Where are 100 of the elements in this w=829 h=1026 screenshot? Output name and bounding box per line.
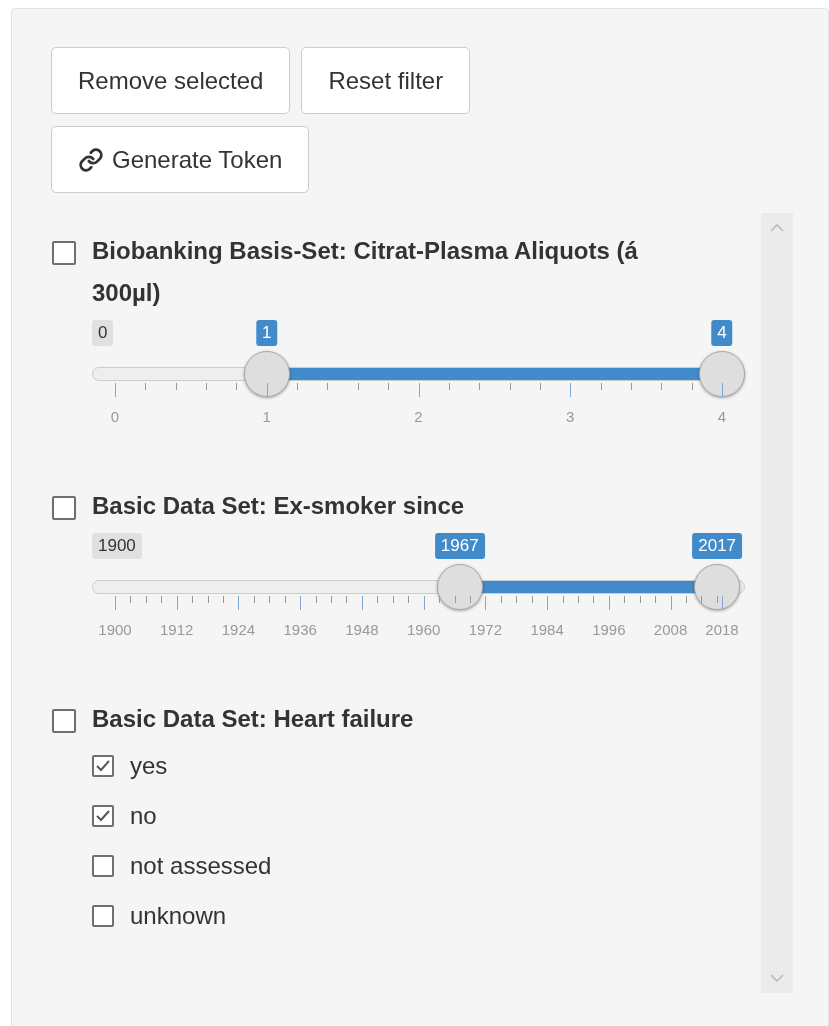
- tick-mark: [547, 596, 549, 610]
- tick-mark: [448, 383, 450, 390]
- tick-mark: [236, 383, 238, 390]
- tick-label: 1984: [530, 620, 564, 640]
- tick-mark: [115, 596, 116, 610]
- tick-mark: [269, 596, 271, 603]
- tick-mark: [331, 596, 333, 603]
- tick-label: 2008: [653, 620, 688, 640]
- tick-mark: [716, 596, 718, 603]
- tick-mark: [253, 596, 255, 603]
- tick-label: 4: [717, 407, 727, 427]
- tick-mark: [562, 596, 564, 603]
- filter-title: Basic Data Set: Heart failure: [92, 704, 415, 734]
- checkbox[interactable]: [52, 241, 76, 265]
- tick-mark: [327, 383, 329, 390]
- filter-title: Basic Data Set: Ex-smoker since: [92, 491, 466, 521]
- tick-mark: [423, 596, 425, 610]
- checkbox[interactable]: [92, 855, 114, 877]
- tick-mark: [577, 596, 579, 603]
- tick-mark: [722, 383, 723, 397]
- tick-label: 1912: [160, 620, 194, 640]
- tick-mark: [297, 383, 299, 390]
- tick-mark: [176, 596, 178, 610]
- tick-mark: [223, 596, 224, 603]
- tick-mark: [130, 596, 132, 603]
- tick-mark: [300, 596, 302, 610]
- tick-mark: [284, 596, 286, 603]
- handle-value-label: 4: [711, 320, 733, 346]
- tick-mark: [639, 596, 641, 603]
- tick-mark: [206, 383, 208, 390]
- checkbox[interactable]: [52, 709, 76, 733]
- tick-label: 2018: [705, 620, 739, 640]
- checkbox[interactable]: [92, 905, 114, 927]
- tick-mark: [175, 383, 177, 390]
- tick-mark: [686, 596, 687, 603]
- tick-label: 1: [262, 407, 271, 427]
- action-button[interactable]: Reset filter: [301, 47, 471, 114]
- checkbox[interactable]: [92, 755, 114, 777]
- tick-mark: [377, 596, 379, 603]
- tick-label: 1948: [345, 620, 379, 640]
- tick-mark: [115, 383, 116, 397]
- tick-label: 1972: [468, 620, 503, 640]
- tick-label: 1996: [592, 620, 626, 640]
- tick-mark: [408, 596, 410, 603]
- checkmark-icon: [96, 810, 110, 822]
- tick-label: 1936: [283, 620, 317, 640]
- tick-mark: [608, 596, 610, 610]
- tick-mark: [418, 383, 420, 397]
- tick-mark: [593, 596, 595, 603]
- tick-label: 1900: [98, 620, 132, 640]
- checkbox[interactable]: [92, 805, 114, 827]
- slider-handle[interactable]: [699, 351, 745, 397]
- tick-mark: [670, 596, 672, 610]
- tick-mark: [469, 596, 471, 603]
- action-button[interactable]: Remove selected: [51, 47, 291, 114]
- tick-mark: [624, 596, 626, 603]
- tick-mark: [539, 383, 541, 390]
- tick-mark: [701, 596, 703, 603]
- tick-mark: [454, 596, 456, 603]
- tick-mark: [315, 596, 317, 603]
- tick-label: 1960: [406, 620, 441, 640]
- slider-handle[interactable]: [436, 564, 483, 610]
- option-label: yes: [130, 751, 168, 781]
- filter-title: Biobanking Basis-Set: Citrat-Plasma Aliquots (á 300µl): [92, 236, 639, 308]
- tick-mark: [722, 596, 723, 610]
- checkmark-icon: [96, 760, 110, 772]
- slider-handle[interactable]: [243, 351, 290, 397]
- link-icon: [78, 146, 104, 173]
- tick-mark: [600, 383, 602, 390]
- tick-mark: [145, 596, 147, 603]
- tick-mark: [192, 596, 194, 603]
- tick-mark: [357, 383, 359, 390]
- tick-mark: [266, 383, 268, 397]
- tick-mark: [509, 383, 511, 390]
- handle-value-label: 1: [256, 320, 278, 346]
- option-label: no: [130, 801, 157, 831]
- tick-mark: [570, 383, 572, 397]
- range-slider[interactable]: [92, 564, 745, 610]
- tick-mark: [439, 596, 441, 603]
- slider-min-label: 0: [92, 320, 114, 346]
- tick-mark: [145, 383, 147, 390]
- tick-mark: [516, 596, 518, 603]
- tick-mark: [691, 383, 693, 390]
- tick-mark: [531, 596, 533, 603]
- tick-mark: [500, 596, 502, 603]
- handle-value-label: 2017: [692, 533, 743, 559]
- action-button[interactable]: Generate Token: [51, 126, 310, 193]
- tick-mark: [346, 596, 348, 603]
- tick-label: 3: [566, 407, 575, 427]
- tick-mark: [661, 383, 663, 390]
- checkbox[interactable]: [52, 496, 76, 520]
- range-slider[interactable]: [92, 351, 745, 397]
- tick-mark: [479, 383, 481, 390]
- slider-handle[interactable]: [694, 564, 741, 610]
- slider-min-label: 1900: [92, 533, 142, 559]
- tick-mark: [238, 596, 240, 610]
- handle-value-label: 1967: [434, 533, 485, 559]
- tick-mark: [485, 596, 487, 610]
- tick-label: 0: [110, 407, 120, 427]
- tick-label: 2: [414, 407, 423, 427]
